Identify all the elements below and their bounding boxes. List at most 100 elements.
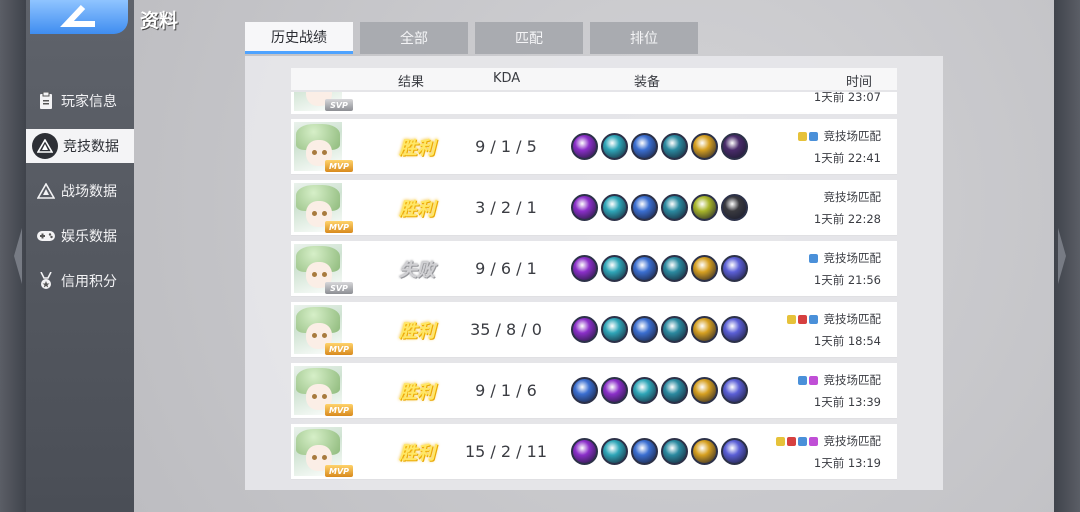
equipment-item-icon[interactable]: [691, 255, 718, 282]
mode-tag-icon: [797, 315, 807, 324]
match-mode: 竞技场匹配: [774, 433, 882, 449]
kda-value: 9 / 1 / 5: [475, 137, 537, 156]
table-row[interactable]: MVP 胜利 9 / 1 / 6 竞技场匹配 1天前 13:39: [291, 363, 897, 418]
match-time: 1天前 22:28: [813, 212, 881, 226]
mode-tag-icon: [808, 315, 818, 324]
triangle-emblem-icon: [32, 133, 58, 159]
mode-tags: [785, 315, 818, 324]
table-row[interactable]: MVP 胜利 3 / 2 / 1 竞技场匹配 1天前 22:28: [291, 180, 897, 235]
equipment-item-icon[interactable]: [601, 377, 628, 404]
equipment-item-icon[interactable]: [661, 194, 688, 221]
equipment-item-icon[interactable]: [571, 377, 598, 404]
mode-tag-icon: [786, 437, 796, 446]
equipment-item-icon[interactable]: [721, 377, 748, 404]
sidebar-item-player-info[interactable]: 玩家信息: [26, 84, 134, 118]
mode-label: 竞技场匹配: [823, 434, 882, 448]
table-row[interactable]: MVP 胜利 9 / 1 / 5 竞技场匹配 1天前 22:41: [291, 119, 897, 174]
table-row-partial[interactable]: SVP 1天前 23:07: [291, 92, 897, 114]
tab-match[interactable]: 匹配: [475, 22, 583, 54]
equipment-item-icon[interactable]: [601, 194, 628, 221]
table-row[interactable]: SVP 失败 9 / 6 / 1 竞技场匹配 1天前 21:56: [291, 241, 897, 296]
page-title: 资料: [140, 10, 179, 32]
match-mode: 竞技场匹配: [796, 128, 881, 144]
back-arrow-icon: [60, 4, 95, 27]
table-header: 结果 KDA 装备 时间: [291, 68, 897, 90]
match-result: 胜利: [399, 199, 435, 220]
equipment-item-icon[interactable]: [631, 316, 658, 343]
equipment-list: [571, 438, 751, 465]
equipment-item-icon[interactable]: [661, 316, 688, 343]
equipment-item-icon[interactable]: [601, 316, 628, 343]
equipment-item-icon[interactable]: [721, 255, 748, 282]
rating-badge: MVP: [325, 160, 353, 172]
sidebar-item-entertainment-data[interactable]: 娱乐数据: [26, 219, 134, 253]
equipment-item-icon[interactable]: [691, 438, 718, 465]
equipment-item-icon[interactable]: [721, 316, 748, 343]
match-result: 胜利: [399, 321, 435, 342]
equipment-list: [571, 133, 751, 160]
match-time: 1天前 18:54: [813, 334, 881, 348]
match-mode: 竞技场匹配: [807, 250, 882, 266]
equipment-item-icon[interactable]: [721, 133, 748, 160]
match-time: 1天前 22:41: [813, 151, 881, 165]
equipment-item-icon[interactable]: [721, 194, 748, 221]
tab-all[interactable]: 全部: [360, 22, 468, 54]
mode-tag-icon: [797, 132, 807, 141]
equipment-item-icon[interactable]: [571, 438, 598, 465]
sidebar-item-competitive-data[interactable]: 竞技数据: [26, 129, 134, 163]
gamepad-icon: [36, 226, 56, 246]
mode-tags: [796, 376, 818, 385]
sidebar-item-label: 信用积分: [61, 274, 117, 290]
equipment-item-icon[interactable]: [601, 438, 628, 465]
mode-tag-icon: [808, 132, 818, 141]
rating-badge: SVP: [325, 282, 353, 294]
mode-tag-icon: [808, 254, 818, 263]
tab-history[interactable]: 历史战绩: [245, 22, 353, 54]
column-kda: KDA: [493, 71, 521, 86]
equipment-item-icon[interactable]: [571, 316, 598, 343]
equipment-item-icon[interactable]: [571, 255, 598, 282]
equipment-item-icon[interactable]: [721, 438, 748, 465]
equipment-item-icon[interactable]: [601, 255, 628, 282]
mode-label: 竞技场匹配: [823, 251, 882, 265]
rating-badge: SVP: [325, 99, 353, 111]
equipment-item-icon[interactable]: [691, 377, 718, 404]
sidebar-item-battlefield-data[interactable]: 战场数据: [26, 174, 134, 208]
sidebar-item-label: 娱乐数据: [61, 229, 117, 245]
match-time: 1天前 23:07: [813, 92, 881, 104]
equipment-item-icon[interactable]: [631, 133, 658, 160]
mode-tag-icon: [808, 437, 818, 446]
equipment-item-icon[interactable]: [691, 133, 718, 160]
match-result: 胜利: [399, 138, 435, 159]
equipment-item-icon[interactable]: [631, 255, 658, 282]
column-equipment: 装备: [634, 75, 661, 90]
mode-tags: [796, 132, 818, 141]
equipment-item-icon[interactable]: [691, 316, 718, 343]
equipment-item-icon[interactable]: [631, 438, 658, 465]
kda-value: 15 / 2 / 11: [464, 442, 548, 461]
rating-badge: MVP: [325, 221, 353, 233]
equipment-item-icon[interactable]: [571, 133, 598, 160]
table-row[interactable]: MVP 胜利 35 / 8 / 0 竞技场匹配 1天前 18:54: [291, 302, 897, 357]
equipment-item-icon[interactable]: [601, 133, 628, 160]
tab-ranked[interactable]: 排位: [590, 22, 698, 54]
table-row[interactable]: MVP 胜利 15 / 2 / 11 竞技场匹配 1天前 13:19: [291, 424, 897, 479]
match-mode: 竞技场匹配: [818, 189, 882, 205]
equipment-item-icon[interactable]: [661, 255, 688, 282]
mode-tag-icon: [775, 437, 785, 446]
column-time: 时间: [846, 75, 873, 90]
right-frame: [1054, 0, 1080, 512]
match-result: 失败: [399, 260, 435, 281]
equipment-item-icon[interactable]: [661, 377, 688, 404]
equipment-item-icon[interactable]: [571, 194, 598, 221]
equipment-item-icon[interactable]: [631, 194, 658, 221]
equipment-item-icon[interactable]: [691, 194, 718, 221]
sidebar-item-label: 玩家信息: [61, 94, 117, 110]
sidebar-item-credit-score[interactable]: 信用积分: [26, 264, 134, 298]
equipment-item-icon[interactable]: [631, 377, 658, 404]
equipment-item-icon[interactable]: [661, 133, 688, 160]
mode-tag-icon: [808, 376, 818, 385]
equipment-item-icon[interactable]: [661, 438, 688, 465]
match-result: 胜利: [399, 443, 435, 464]
back-button[interactable]: [30, 0, 128, 34]
